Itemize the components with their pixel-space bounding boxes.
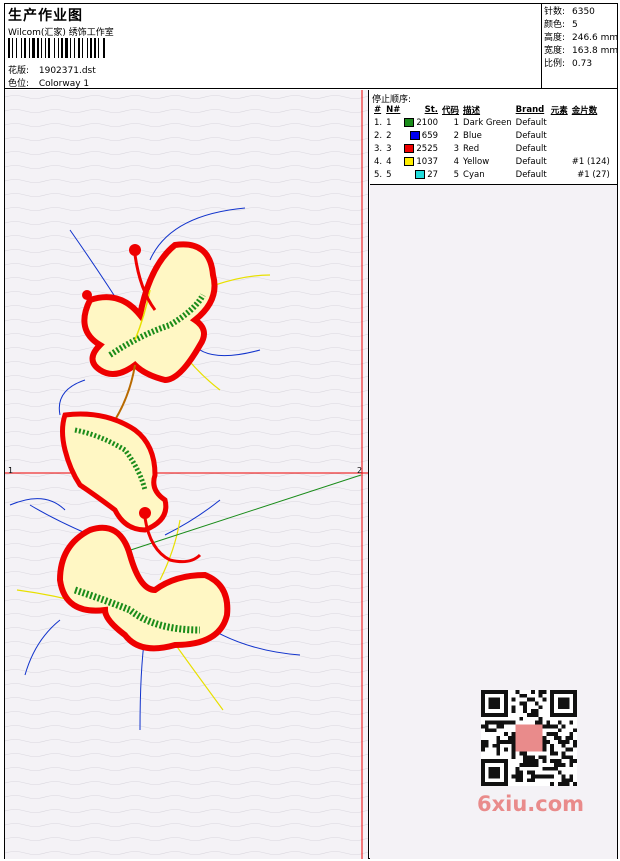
cell-seq	[570, 116, 612, 129]
colorway-row: 色位: Colorway 1	[8, 76, 89, 89]
stitch-count: 2525	[416, 143, 439, 154]
cell-code: 3	[453, 143, 460, 154]
watermark-text: 6xiu.com	[477, 792, 585, 816]
color-swatch	[404, 143, 415, 153]
spec-row: 高度: 246.6 mm	[544, 33, 619, 43]
cell-code: 2	[453, 130, 460, 141]
cell-n: 5	[386, 169, 392, 180]
cell-num: 5.	[374, 169, 383, 180]
cell-num: 2.	[374, 130, 383, 141]
cell-elem	[549, 168, 570, 181]
cell-seq	[570, 142, 612, 155]
embroidery-preview	[5, 90, 368, 859]
qr-code-icon	[481, 690, 577, 786]
color-swatch	[409, 130, 420, 140]
table-row[interactable]: 5. 5 27 5 Cyan Default #1 (27)	[372, 168, 612, 181]
cell-num: 1.	[374, 117, 383, 128]
cell-desc: Dark Green	[463, 117, 512, 128]
cell-st: 1037	[402, 155, 440, 168]
cell-n: 4	[386, 156, 392, 167]
table-row[interactable]: 1. 1 2100 1 Dark Green Default	[372, 116, 612, 129]
barcode-icon	[8, 38, 105, 58]
spec-row: 比例: 0.73	[544, 59, 593, 69]
stitch-count: 1037	[416, 156, 439, 167]
cell-brand: Default	[515, 169, 547, 180]
spec-row: 颜色: 5	[544, 20, 578, 30]
cell-seq: #1 (27)	[577, 169, 610, 180]
cell-num: 3.	[374, 143, 383, 154]
color-swatch	[404, 156, 415, 166]
stitch-count: 2100	[416, 117, 439, 128]
cell-elem	[549, 129, 570, 142]
table-row[interactable]: 3. 3 2525 3 Red Default	[372, 142, 612, 155]
cell-seq	[570, 129, 612, 142]
stop-sequence-table: # N# St. 代码 描述 Brand 元素 金片数 1. 1 2100 1 Dark…	[372, 103, 612, 181]
cell-n: 3	[386, 143, 392, 154]
cell-code: 5	[453, 169, 460, 180]
cell-desc: Blue	[463, 130, 482, 141]
company-name: Wilcom(汇家) 绣饰工作室	[8, 28, 114, 38]
design-value: 1902371.dst	[38, 66, 96, 76]
design-row: 花版: 1902371.dst	[8, 63, 96, 76]
cell-desc: Cyan	[463, 169, 485, 180]
color-swatch	[404, 117, 415, 127]
cell-num: 4.	[374, 156, 383, 167]
cell-desc: Red	[463, 143, 480, 154]
worksheet-frame: 生产作业图 Wilcom(汇家) 绣饰工作室 花版: 1902371.dst 色…	[4, 3, 618, 859]
worksheet-header: 生产作业图 Wilcom(汇家) 绣饰工作室 花版: 1902371.dst 色…	[5, 4, 619, 89]
cell-brand: Default	[515, 130, 547, 141]
cell-seq: #1 (124)	[571, 156, 610, 167]
colorway-value: Colorway 1	[38, 79, 90, 89]
spec-row: 针数: 6350	[544, 7, 595, 17]
cell-brand: Default	[515, 117, 547, 128]
cell-code: 4	[453, 156, 460, 167]
table-row[interactable]: 2. 2 659 2 Blue Default	[372, 129, 612, 142]
spec-row: 宽度: 163.8 mm	[544, 46, 619, 56]
colorway-label: 色位:	[8, 79, 30, 89]
cell-st: 27	[402, 168, 440, 181]
stitch-count: 659	[421, 130, 439, 141]
specs-panel: 针数: 6350 颜色: 5 高度: 246.6 mm 宽度: 163.8 mm 比例:…	[541, 4, 619, 89]
cell-desc: Yellow	[463, 156, 490, 167]
cell-st: 2100	[402, 116, 440, 129]
cell-st: 2525	[402, 142, 440, 155]
crosshair-marker-right: 2	[357, 466, 363, 475]
stitch-count: 27	[427, 169, 439, 180]
color-swatch	[415, 169, 426, 179]
cell-elem	[549, 155, 570, 168]
page-title: 生产作业图	[8, 8, 83, 24]
cell-st: 659	[402, 129, 440, 142]
design-label: 花版:	[8, 66, 30, 76]
cell-n: 2	[386, 130, 392, 141]
cell-elem	[549, 142, 570, 155]
table-row[interactable]: 4. 4 1037 4 Yellow Default #1 (124)	[372, 155, 612, 168]
stop-sequence-box: 停止顺序: # N# St. 代码 描述 Brand 元素 金片数 1. 1 210…	[370, 90, 617, 185]
cell-code: 1	[453, 117, 460, 128]
crosshair-marker-left: 1	[8, 466, 14, 475]
cell-brand: Default	[515, 143, 547, 154]
cell-brand: Default	[515, 156, 547, 167]
cell-n: 1	[386, 117, 392, 128]
design-canvas[interactable]: 1 2	[5, 90, 369, 859]
cell-elem	[549, 116, 570, 129]
table-header-row: # N# St. 代码 描述 Brand 元素 金片数	[374, 104, 598, 116]
